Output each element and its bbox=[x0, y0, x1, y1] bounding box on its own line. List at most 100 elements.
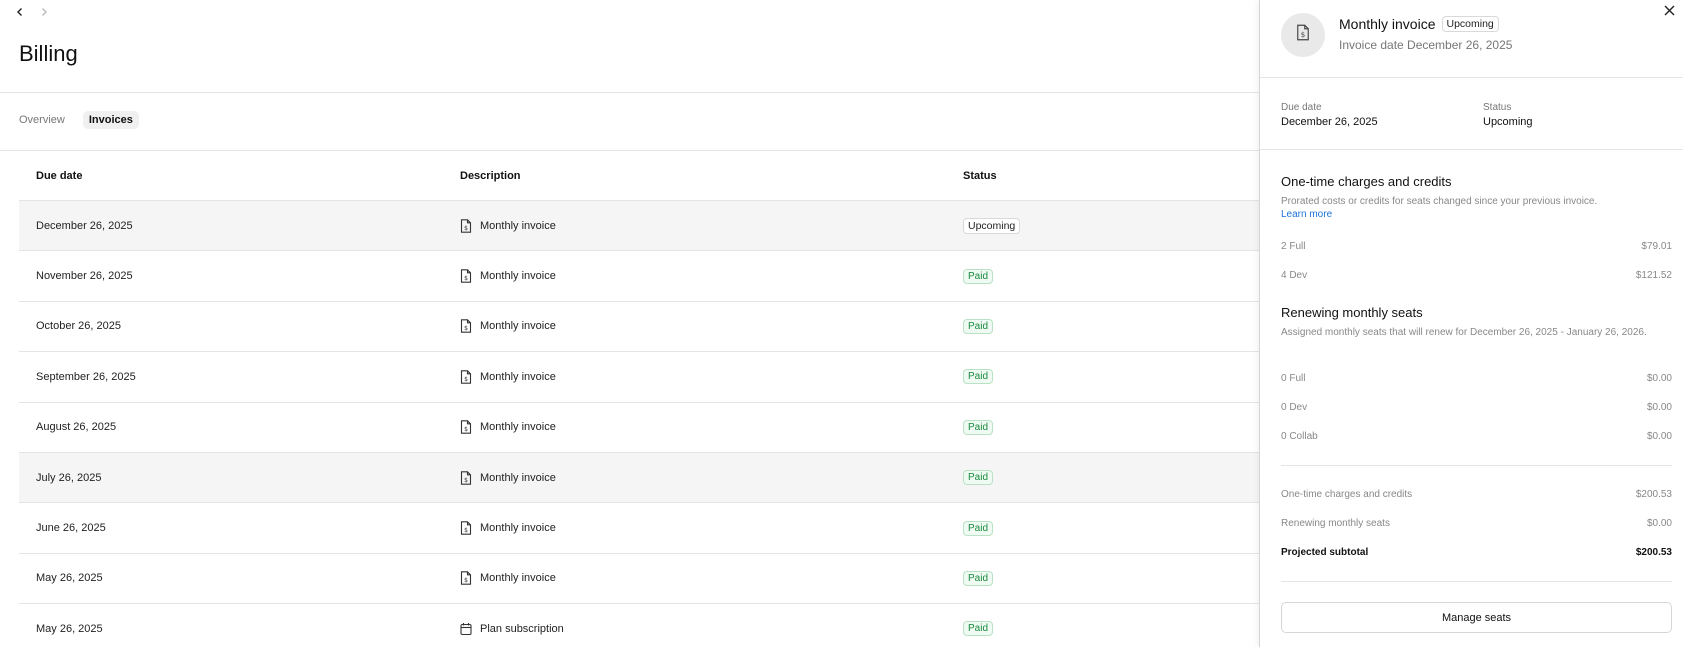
status-badge: Paid bbox=[963, 570, 994, 586]
row-description-text: Monthly invoice bbox=[480, 320, 556, 333]
line-item: 4 Dev $121.52 bbox=[1281, 270, 1672, 281]
line-item-label: 2 Full bbox=[1281, 241, 1306, 252]
row-description-text: Monthly invoice bbox=[480, 370, 556, 383]
summary-row: One-time charges and credits $200.53 bbox=[1281, 489, 1672, 500]
summary-row: Renewing monthly seats $0.00 bbox=[1281, 518, 1672, 529]
summary-amount: $200.53 bbox=[1635, 489, 1672, 500]
table-row[interactable]: November 26, 2025 $ Monthly invoice Paid bbox=[19, 251, 1259, 302]
line-item-amount: $0.00 bbox=[1646, 402, 1672, 413]
invoices-table: Due date Description Status December 26,… bbox=[19, 151, 1259, 647]
manage-seats-button[interactable]: Manage seats bbox=[1281, 602, 1672, 633]
row-description-text: Plan subscription bbox=[480, 622, 564, 635]
header-description: Description bbox=[460, 169, 521, 182]
onetime-section: One-time charges and credits Prorated co… bbox=[1281, 174, 1672, 220]
row-description-text: Monthly invoice bbox=[480, 270, 556, 283]
status-badge: Paid bbox=[963, 520, 994, 536]
due-date-label: Due date bbox=[1281, 102, 1322, 113]
invoice-avatar: $ bbox=[1281, 13, 1325, 57]
renewing-title: Renewing monthly seats bbox=[1281, 305, 1423, 320]
table-row[interactable]: May 26, 2025 $ Monthly invoice Paid bbox=[19, 554, 1259, 605]
line-item: 2 Full $79.01 bbox=[1281, 241, 1672, 252]
status-badge: Paid bbox=[963, 369, 994, 385]
invoice-detail-panel: $ Monthly invoice Upcoming Invoice date … bbox=[1259, 0, 1683, 647]
table-row[interactable]: August 26, 2025 $ Monthly invoice Paid bbox=[19, 403, 1259, 453]
row-description: $ Monthly invoice bbox=[460, 269, 963, 283]
billing-main: Billing Overview Invoices Due date Descr… bbox=[0, 0, 1259, 647]
back-arrow-icon[interactable] bbox=[12, 4, 28, 20]
document-dollar-icon: $ bbox=[460, 319, 472, 334]
line-item-amount: $121.52 bbox=[1635, 270, 1672, 281]
table-row[interactable]: May 26, 2025 Plan subscription Paid bbox=[19, 604, 1259, 647]
svg-text:$: $ bbox=[464, 325, 468, 332]
row-description-text: Monthly invoice bbox=[480, 522, 556, 535]
line-item-amount: $79.01 bbox=[1641, 241, 1672, 252]
row-status: Paid bbox=[963, 419, 1259, 435]
row-status: Paid bbox=[963, 470, 1259, 486]
document-dollar-icon: $ bbox=[460, 420, 472, 434]
header-divider bbox=[0, 92, 1259, 93]
subtotal-row: Projected subtotal $200.53 bbox=[1281, 547, 1672, 558]
row-description: Plan subscription bbox=[460, 622, 963, 636]
table-row[interactable]: September 26, 2025 $ Monthly invoice Pai… bbox=[19, 352, 1259, 403]
row-status: Paid bbox=[963, 621, 1259, 637]
row-description: $ Monthly invoice bbox=[460, 218, 963, 233]
learn-more-link[interactable]: Learn more bbox=[1281, 209, 1672, 220]
line-item-amount: $0.00 bbox=[1646, 373, 1672, 384]
svg-text:$: $ bbox=[1301, 31, 1305, 39]
table-row[interactable]: July 26, 2025 $ Monthly invoice Paid bbox=[19, 452, 1259, 504]
row-description-text: Monthly invoice bbox=[480, 219, 556, 232]
row-due-date: May 26, 2025 bbox=[36, 622, 103, 635]
status-badge: Upcoming bbox=[963, 217, 1021, 234]
table-row[interactable]: October 26, 2025 $ Monthly invoice Paid bbox=[19, 302, 1259, 353]
document-dollar-icon: $ bbox=[1296, 24, 1310, 46]
document-dollar-icon: $ bbox=[460, 370, 472, 384]
svg-text:$: $ bbox=[464, 225, 468, 232]
tab-overview[interactable]: Overview bbox=[19, 111, 71, 129]
tab-invoices[interactable]: Invoices bbox=[82, 111, 139, 129]
row-due-date: October 26, 2025 bbox=[36, 320, 122, 333]
row-description-text: Monthly invoice bbox=[480, 471, 556, 484]
svg-text:$: $ bbox=[464, 376, 468, 383]
status-badge: Paid bbox=[963, 318, 994, 334]
row-status: Paid bbox=[963, 570, 1259, 586]
button-divider bbox=[1281, 581, 1672, 582]
close-icon[interactable] bbox=[1661, 2, 1677, 18]
summary-amount: $0.00 bbox=[1646, 518, 1672, 529]
panel-title-row: Monthly invoice Upcoming bbox=[1339, 16, 1499, 32]
line-item-label: 0 Collab bbox=[1281, 431, 1318, 442]
document-dollar-icon: $ bbox=[460, 571, 472, 586]
calendar-icon bbox=[460, 622, 472, 636]
onetime-title: One-time charges and credits bbox=[1281, 174, 1452, 189]
table-row[interactable]: June 26, 2025 $ Monthly invoice Paid bbox=[19, 503, 1259, 554]
subtotal-amount: $200.53 bbox=[1635, 547, 1672, 558]
billing-tabs: Overview Invoices bbox=[19, 111, 139, 129]
svg-text:$: $ bbox=[464, 577, 468, 584]
status-label: Status bbox=[1483, 102, 1512, 113]
line-item-amount: $0.00 bbox=[1646, 431, 1672, 442]
row-due-date: May 26, 2025 bbox=[36, 572, 103, 585]
forward-arrow-icon[interactable] bbox=[36, 4, 52, 20]
invoice-date: Invoice date December 26, 2025 bbox=[1339, 38, 1513, 52]
table-row[interactable]: December 26, 2025 $ Monthly invoice Upco… bbox=[19, 201, 1259, 252]
row-due-date: June 26, 2025 bbox=[36, 522, 106, 535]
row-due-date: December 26, 2025 bbox=[36, 219, 133, 232]
page-title: Billing bbox=[19, 41, 78, 66]
row-description-text: Monthly invoice bbox=[480, 421, 556, 434]
document-dollar-icon: $ bbox=[460, 269, 472, 283]
row-description: $ Monthly invoice bbox=[460, 521, 963, 535]
table-header: Due date Description Status bbox=[19, 151, 1259, 201]
row-due-date: November 26, 2025 bbox=[36, 270, 133, 283]
status-badge: Upcoming bbox=[1441, 16, 1499, 32]
row-due-date: September 26, 2025 bbox=[36, 370, 136, 383]
status-badge: Paid bbox=[963, 419, 994, 435]
due-date-block: Due date December 26, 2025 bbox=[1281, 102, 1378, 128]
line-item-label: 0 Dev bbox=[1281, 402, 1308, 413]
row-status: Paid bbox=[963, 520, 1259, 536]
row-description: $ Monthly invoice bbox=[460, 370, 963, 384]
document-dollar-icon: $ bbox=[460, 470, 472, 485]
status-badge: Paid bbox=[963, 470, 994, 486]
due-date-value: December 26, 2025 bbox=[1281, 116, 1378, 128]
row-description-text: Monthly invoice bbox=[480, 572, 556, 585]
row-status: Paid bbox=[963, 369, 1259, 385]
line-item: 0 Dev $0.00 bbox=[1281, 402, 1672, 413]
